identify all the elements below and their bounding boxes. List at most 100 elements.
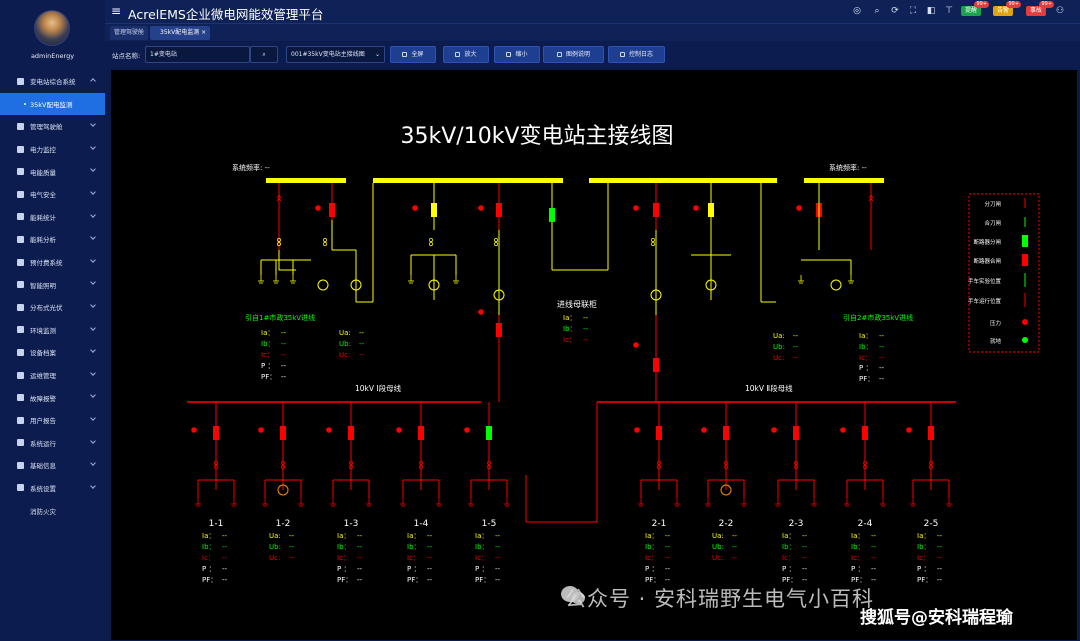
sidebar-item-10[interactable]: 分布式光伏 bbox=[0, 296, 105, 319]
prepay-icon bbox=[17, 258, 24, 266]
app-title: AcrelEMS企业微电网能效管理平台 bbox=[128, 7, 324, 22]
sidebar-item-label: 环境监测 bbox=[30, 326, 56, 335]
status-indicator bbox=[633, 342, 639, 348]
sidebar-item-4[interactable]: 电能质量 bbox=[0, 160, 105, 183]
tab-35kv-monitor[interactable]: 35kV配电监测 × bbox=[150, 26, 211, 40]
avatar[interactable] bbox=[34, 10, 70, 46]
sidebar-item-label: 电能质量 bbox=[30, 168, 56, 177]
warning-badge[interactable]: 告警 99+ bbox=[993, 1, 1022, 16]
meter-feeder-3-p-value-1: -- bbox=[427, 576, 433, 584]
meter-feeder-8-p-value-0: -- bbox=[871, 565, 877, 573]
sidebar-item-6[interactable]: 能耗统计 bbox=[0, 206, 105, 229]
zoom-in-button[interactable]: 放大 bbox=[443, 46, 489, 63]
transformer-symbol bbox=[830, 279, 842, 291]
meter-in-right-u-label-1: Ub: bbox=[773, 343, 785, 351]
breaker-tie-right-lower bbox=[653, 358, 659, 372]
fullscreen-button[interactable]: 全屏 bbox=[390, 46, 436, 63]
meter-feeder-4-p-label-0: P ： bbox=[475, 565, 488, 573]
search-button[interactable]: ⌕ bbox=[250, 46, 278, 63]
bus-35kv-2 bbox=[589, 178, 777, 183]
sidebar-item-7[interactable]: 能耗分析 bbox=[0, 228, 105, 251]
chevron-down-icon bbox=[90, 369, 96, 376]
meter-in-right-i-label-0: Ia： bbox=[859, 332, 872, 340]
meter-feeder-8-label-0: Ia： bbox=[851, 532, 864, 540]
watermark-sohu: 搜狐号@安科瑞程瑜 bbox=[860, 608, 1013, 628]
zoom-out-button[interactable]: 缩小 bbox=[494, 46, 540, 63]
sidebar-item-2[interactable]: 管理驾驶舱 bbox=[0, 115, 105, 138]
meter-bustie-i-value-1: -- bbox=[583, 325, 589, 333]
ct-symbol bbox=[429, 238, 433, 242]
menu-toggle-icon[interactable]: ≡ bbox=[111, 5, 121, 17]
sidebar-item-9[interactable]: 智能照明 bbox=[0, 273, 105, 296]
feeder-3-breaker bbox=[418, 426, 424, 440]
meter-feeder-3-p-value-0: -- bbox=[427, 565, 433, 573]
chevron-down-icon bbox=[90, 211, 96, 218]
meter-feeder-0-p-label-1: PF： bbox=[202, 576, 217, 584]
sidebar-item-19[interactable]: 消防火灾 bbox=[0, 499, 105, 522]
feeder-1-breaker bbox=[280, 426, 286, 440]
meter-feeder-1-value-2: -- bbox=[289, 554, 295, 562]
shirt-icon[interactable]: ⊤ bbox=[944, 6, 954, 16]
device-icon bbox=[17, 348, 24, 356]
control-log-button[interactable]: 控制日志 bbox=[608, 46, 665, 63]
feeder-8-breaker bbox=[862, 426, 868, 440]
meter-feeder-0-p-label-0: P ： bbox=[202, 565, 215, 573]
notice-badge[interactable]: 提醒 99+ bbox=[961, 1, 990, 16]
accident-badge[interactable]: 事故 99+ bbox=[1026, 1, 1055, 16]
feeder-9-status bbox=[906, 427, 912, 433]
sidebar-item-15[interactable]: 用户报告 bbox=[0, 409, 105, 432]
fullscreen-icon[interactable]: ⛶ bbox=[908, 6, 918, 16]
meter-feeder-8-value-0: -- bbox=[871, 532, 877, 540]
meter-feeder-1-value-1: -- bbox=[289, 543, 295, 551]
env-icon bbox=[17, 326, 24, 334]
bus-35kv-1 bbox=[373, 178, 563, 183]
sidebar-item-3[interactable]: 电力监控 bbox=[0, 138, 105, 161]
refresh-icon[interactable]: ⟳ bbox=[890, 6, 900, 16]
search-icon[interactable]: ⌕ bbox=[872, 6, 882, 16]
legend-button[interactable]: 图例说明 bbox=[543, 46, 604, 63]
status-indicator bbox=[693, 205, 699, 211]
meter-feeder-3-label-2: Ic： bbox=[407, 554, 420, 562]
target-icon[interactable]: ◎ bbox=[852, 6, 862, 16]
user-name: adminEnergy bbox=[30, 52, 75, 60]
status-indicator bbox=[478, 205, 484, 211]
legend-item-7: 就地 bbox=[990, 337, 1002, 345]
theme-icon[interactable]: ◧ bbox=[926, 6, 936, 16]
meter-feeder-1-label-0: Ua: bbox=[269, 532, 281, 540]
meter-feeder-4-value-0: -- bbox=[495, 532, 501, 540]
report-icon bbox=[17, 416, 24, 424]
feeder-9-breaker bbox=[928, 426, 934, 440]
sidebar-item-16[interactable]: 系统运行 bbox=[0, 432, 105, 455]
meter-in-left-i-value-0: -- bbox=[281, 329, 287, 337]
sidebar-item-12[interactable]: 设备档案 bbox=[0, 341, 105, 364]
diagram-select[interactable]: 001#35kV变电站主接线图 ⌄ bbox=[286, 46, 385, 63]
meter-feeder-1-value-0: -- bbox=[289, 532, 295, 540]
feeder-7-status bbox=[771, 427, 777, 433]
user-icon[interactable]: ⚇ bbox=[1055, 6, 1065, 16]
safety-icon bbox=[17, 190, 24, 198]
meter-feeder-4-label-1: Ib： bbox=[475, 543, 489, 551]
sidebar-item-5[interactable]: 电气安全 bbox=[0, 183, 105, 206]
wiring-diagram-canvas[interactable]: 35kV/10kV变电站主接线图 系统频率: -- 系统频率: -- 引自1#市政3… bbox=[111, 70, 1077, 640]
sidebar-item-17[interactable]: 基础信息 bbox=[0, 454, 105, 477]
meter-in-left-u-value-1: -- bbox=[359, 340, 365, 348]
sidebar-item-11[interactable]: 环境监测 bbox=[0, 319, 105, 342]
bus-35kv-2a bbox=[804, 178, 884, 183]
station-input[interactable]: 1#变电站 bbox=[145, 46, 250, 63]
meter-in-left-u-label-1: Ub: bbox=[339, 340, 351, 348]
tab-bar: 管理驾驶舱 35kV配电监测 × bbox=[105, 23, 1080, 41]
sidebar-item-0[interactable]: 变电站综合系统 bbox=[0, 70, 105, 93]
meter-feeder-9-p-value-0: -- bbox=[937, 565, 943, 573]
sidebar-item-18[interactable]: 系统设置 bbox=[0, 477, 105, 500]
wiring-diagram[interactable]: 35kV/10kV变电站主接线图 系统频率: -- 系统频率: -- 引自1#市政3… bbox=[111, 70, 1077, 640]
sidebar-item-13[interactable]: 运维管理 bbox=[0, 364, 105, 387]
sidebar-item-1[interactable]: 35kV配电监测 bbox=[0, 92, 105, 116]
meter-feeder-9-value-0: -- bbox=[937, 532, 943, 540]
sidebar-item-14[interactable]: 故障报警 bbox=[0, 386, 105, 409]
tab-dashboard[interactable]: 管理驾驶舱 bbox=[110, 26, 149, 40]
meter-in-right-u-label-0: Ua: bbox=[773, 332, 785, 340]
quality-icon bbox=[17, 168, 24, 176]
sidebar-item-8[interactable]: 预付费系统 bbox=[0, 251, 105, 274]
light-icon bbox=[17, 281, 24, 289]
close-icon[interactable]: × bbox=[201, 29, 206, 36]
